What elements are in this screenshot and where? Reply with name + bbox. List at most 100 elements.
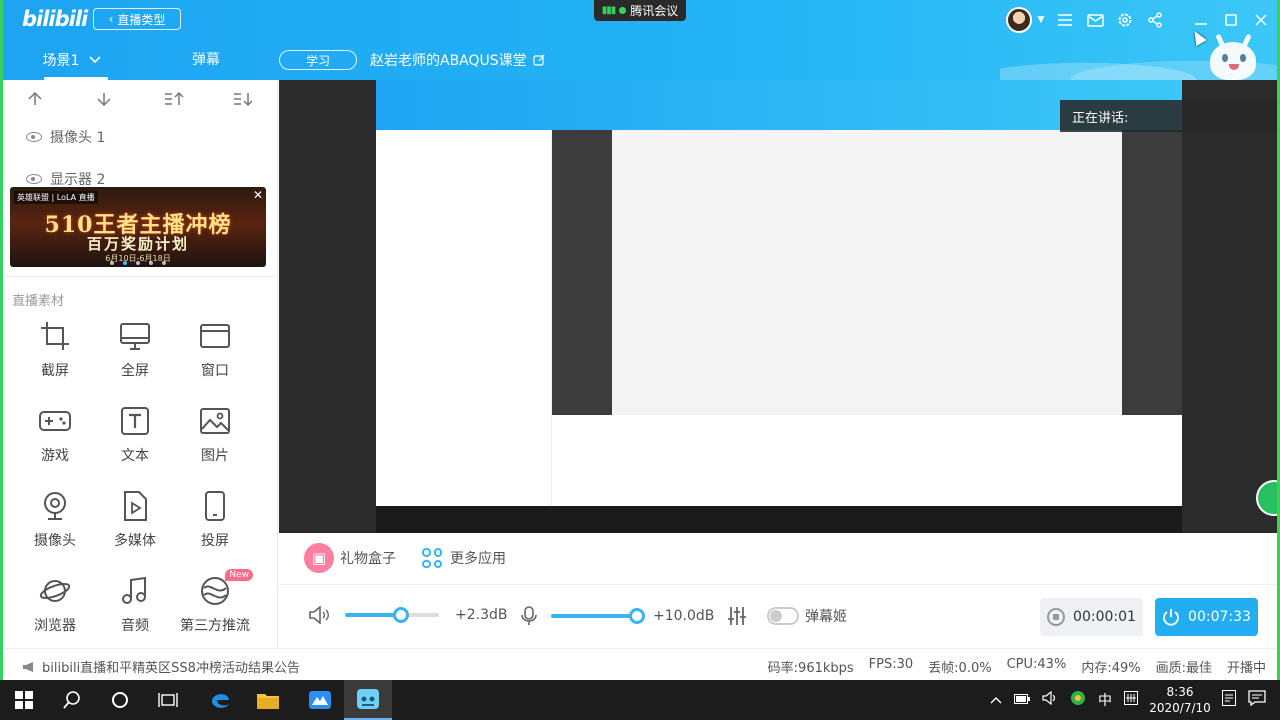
header-toolbar: ▼ [1006, 0, 1280, 40]
wechat-tray-icon[interactable] [1064, 690, 1092, 710]
announcement-text: bilibili直播和平精英区SS8冲榜活动结果公告 [42, 661, 300, 676]
tool-text[interactable]: 文本 [95, 405, 175, 469]
action-center-icon[interactable] [1242, 690, 1280, 710]
mail-icon[interactable] [1080, 0, 1110, 40]
tool-browser[interactable]: 浏览器 [15, 575, 95, 639]
tool-webcam[interactable]: 摄像头 [15, 490, 95, 554]
music-icon [119, 575, 151, 607]
speaker-slider-knob[interactable] [393, 607, 410, 623]
gift-box-button[interactable]: ▣ 礼物盒子 [304, 543, 396, 573]
record-time: 00:00:01 [1073, 609, 1136, 625]
tool-label: 摄像头 [34, 533, 76, 549]
tool-media[interactable]: 多媒体 [95, 490, 175, 554]
cortana-button[interactable] [96, 680, 144, 720]
clock-time: 8:36 [1166, 685, 1194, 699]
edit-icon[interactable] [533, 54, 545, 66]
task-view-button[interactable] [144, 680, 192, 720]
system-clock[interactable]: 8:36 2020/7/10 [1144, 684, 1216, 716]
more-apps-label: 更多应用 [450, 551, 506, 567]
tool-label: 音频 [121, 618, 149, 634]
taskbar-meeting-app[interactable] [296, 680, 344, 720]
maximize-icon[interactable] [1216, 0, 1246, 40]
scene-tab-label: 场景1 [42, 53, 80, 69]
room-title[interactable]: 赵岩老师的ABAQUS课堂 [370, 50, 545, 70]
eye-icon[interactable] [26, 132, 42, 142]
task-view-icon [158, 693, 178, 707]
media-file-icon [119, 490, 151, 522]
taskbar-explorer[interactable] [244, 680, 292, 720]
tool-game[interactable]: 游戏 [15, 405, 95, 469]
category-pill[interactable]: 学习 [279, 50, 357, 70]
more-apps-button[interactable]: 更多应用 [422, 543, 506, 573]
user-avatar[interactable] [1006, 7, 1032, 33]
nested-preview-inner [612, 130, 1122, 415]
taskbar-edge[interactable] [196, 680, 244, 720]
tool-label: 第三方推流 [180, 618, 250, 634]
room-title-text: 赵岩老师的ABAQUS课堂 [370, 53, 527, 69]
bilibili-logo: bilibili [22, 7, 88, 31]
ime-indicator[interactable]: 中 [1092, 690, 1118, 710]
live-type-button[interactable]: ‹ 直播类型 [93, 8, 181, 30]
move-bottom-icon[interactable] [209, 86, 279, 112]
announcement[interactable]: bilibili直播和平精英区SS8冲榜活动结果公告 [22, 657, 300, 676]
tool-fullscreen[interactable]: 全屏 [95, 320, 175, 384]
source-label: 显示器 2 [50, 172, 106, 188]
record-button[interactable]: 00:00:01 [1040, 598, 1143, 636]
speaker-volume: +2.3dB [309, 606, 508, 624]
image-icon [199, 405, 231, 437]
speaker-icon[interactable] [309, 606, 331, 624]
share-icon[interactable] [1140, 0, 1170, 40]
materials-title: 直播素材 [12, 294, 65, 309]
close-icon[interactable] [1246, 0, 1276, 40]
bilibili-live-icon [357, 689, 379, 709]
move-down-icon[interactable] [70, 86, 140, 112]
planet-icon [39, 575, 71, 607]
window-icon [199, 320, 231, 352]
webcam-icon [39, 490, 71, 522]
notes-icon[interactable] [1216, 690, 1242, 710]
search-button[interactable] [48, 680, 96, 720]
tool-audio[interactable]: 音频 [95, 575, 175, 639]
danmu-ji-toggle[interactable]: 弹幕姬 [767, 606, 847, 626]
live-status: 开播中 [1226, 661, 1266, 676]
banner-pager[interactable] [110, 261, 166, 265]
nested-taskbar [376, 506, 1182, 533]
apps-grid-icon [422, 548, 442, 568]
tencent-meeting-pill[interactable]: ▮▮▮ 腾讯会议 [594, 0, 686, 21]
tab-danmu[interactable]: 弹幕 [176, 40, 236, 78]
menu-icon[interactable] [1050, 0, 1080, 40]
tool-crop[interactable]: 截屏 [15, 320, 95, 384]
memory-usage: 内存:49% [1081, 661, 1141, 676]
mic-icon[interactable] [521, 606, 537, 626]
mic-slider[interactable] [551, 608, 645, 624]
tab-scene-1[interactable]: 场景1 [22, 40, 122, 80]
gear-icon[interactable] [1110, 0, 1140, 40]
toggle-switch[interactable] [767, 607, 799, 625]
move-up-icon[interactable] [0, 86, 70, 112]
caret-down-icon[interactable]: ▼ [1032, 0, 1050, 40]
mic-slider-fill [551, 614, 637, 618]
source-item[interactable]: 摄像头 1 [26, 126, 105, 148]
stop-live-button[interactable]: 00:07:33 [1155, 598, 1258, 636]
tool-screen-cast[interactable]: 投屏 [175, 490, 255, 554]
start-button[interactable] [0, 680, 48, 720]
mic-slider-knob[interactable] [629, 608, 645, 624]
tool-third-party-stream[interactable]: New 第三方推流 [175, 569, 255, 639]
taskbar-bilibili-live[interactable] [344, 680, 392, 720]
mixer-button[interactable] [727, 606, 747, 626]
close-icon[interactable]: ✕ [253, 188, 263, 202]
move-top-icon[interactable] [139, 86, 209, 112]
status-bar: bilibili直播和平精英区SS8冲榜活动结果公告 码率:961kbps FP… [0, 648, 1280, 680]
chevron-up-icon[interactable] [984, 693, 1008, 708]
ime-mode-icon[interactable] [1118, 691, 1144, 709]
eye-icon[interactable] [26, 174, 42, 184]
stream-preview[interactable]: 正在讲话: [279, 80, 1280, 533]
speaker-slider[interactable] [345, 607, 439, 623]
tool-image[interactable]: 图片 [175, 405, 255, 469]
battery-icon[interactable] [1008, 693, 1036, 708]
promo-banner[interactable]: 英雄联盟 | LoLA 直播 510王者主播冲榜 百万奖励计划 6月10日-6月… [10, 187, 266, 267]
tool-window[interactable]: 窗口 [175, 320, 255, 384]
volume-icon[interactable] [1036, 690, 1064, 709]
chevron-left-icon: ‹ [108, 12, 114, 26]
cpu-usage: CPU:43% [1006, 657, 1067, 672]
